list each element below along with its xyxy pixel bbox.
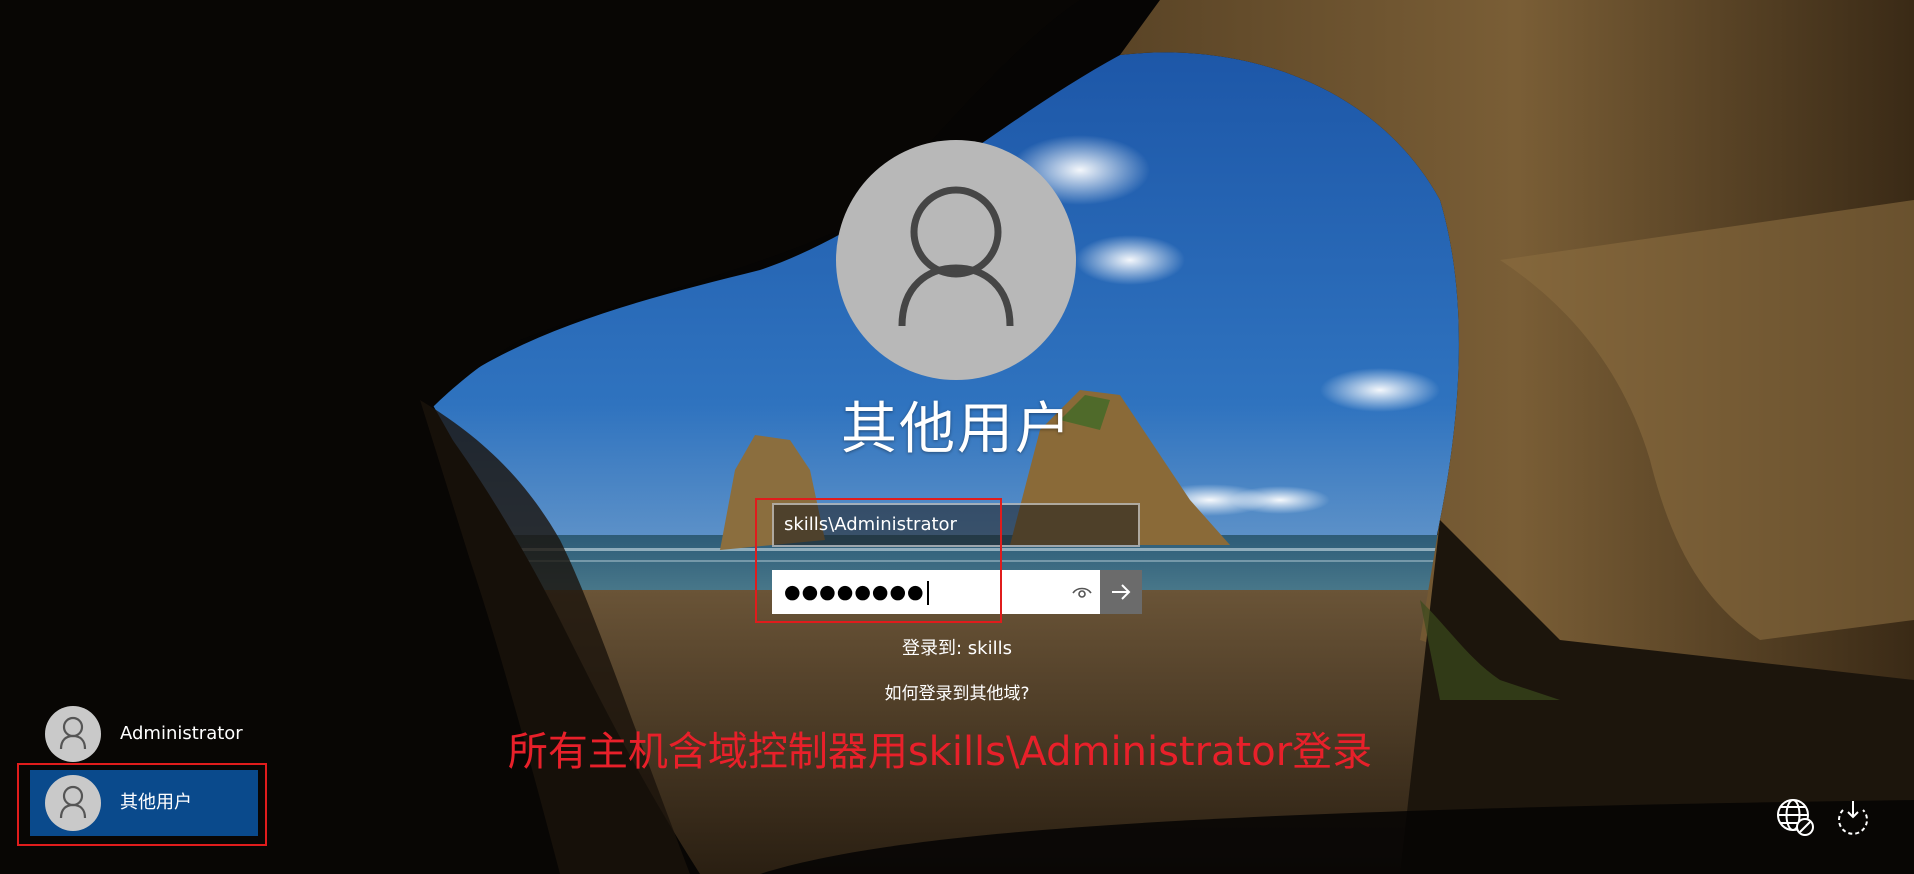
user-avatar-small bbox=[45, 706, 101, 762]
lock-screen: 其他用户 skills\Administrator ●●●●●●●● 登录到: … bbox=[0, 0, 1914, 874]
eye-icon[interactable] bbox=[1070, 582, 1094, 604]
annotation-highlight-box bbox=[755, 498, 1002, 623]
network-globe-icon[interactable] bbox=[1774, 796, 1816, 838]
user-title: 其他用户 bbox=[841, 397, 1073, 462]
annotation-highlight-box bbox=[17, 763, 267, 846]
user-avatar-large bbox=[836, 140, 1076, 380]
user-name: Administrator bbox=[120, 723, 243, 744]
annotation-text: 所有主机含域控制器用skills\Administrator登录 bbox=[507, 729, 1373, 775]
person-icon bbox=[59, 716, 87, 750]
person-icon bbox=[898, 186, 1014, 327]
user-list-item-administrator[interactable]: Administrator bbox=[30, 701, 258, 767]
power-icon[interactable] bbox=[1832, 796, 1874, 838]
arrow-right-icon bbox=[1112, 584, 1131, 600]
submit-button[interactable] bbox=[1100, 570, 1142, 614]
other-domain-link[interactable]: 如何登录到其他域? bbox=[757, 679, 1157, 704]
signin-domain-text: 登录到: skills bbox=[902, 638, 1012, 659]
